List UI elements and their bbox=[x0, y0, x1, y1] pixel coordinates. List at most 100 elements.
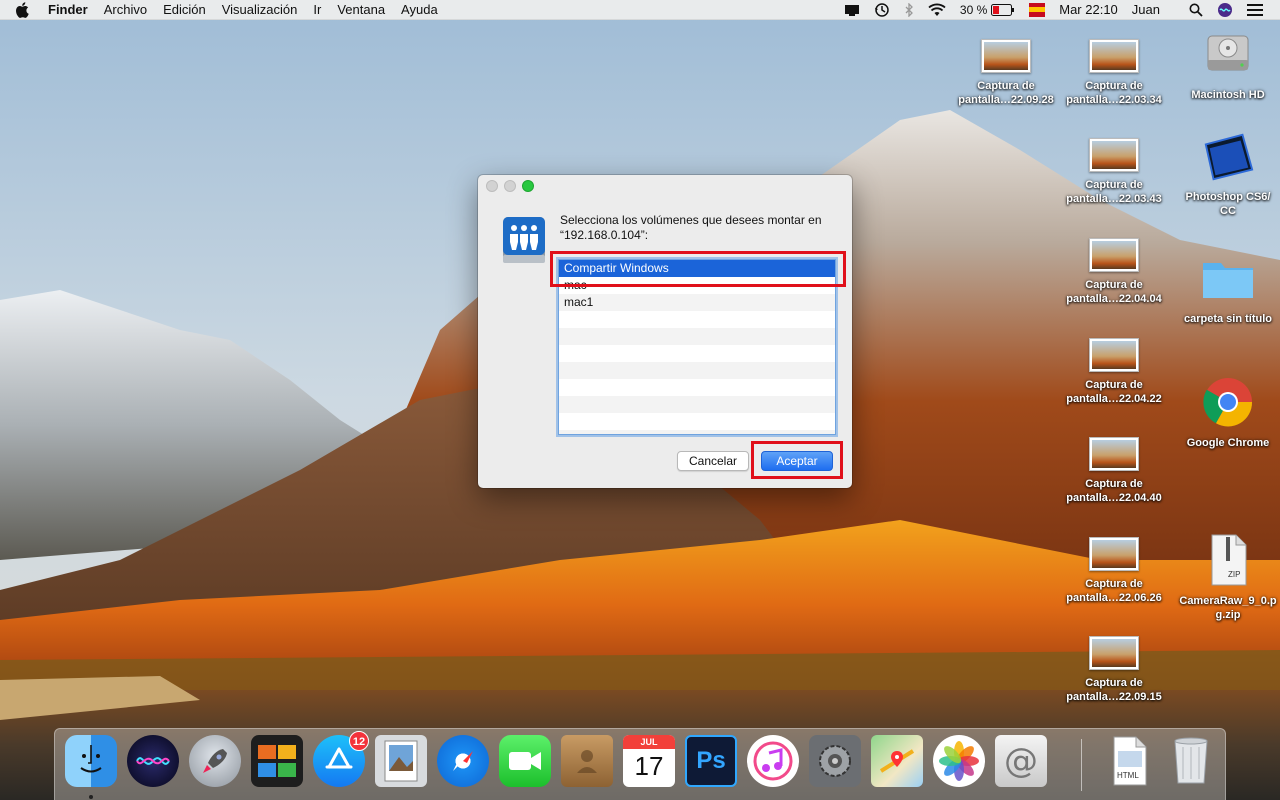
screenshot-thumbnail-icon bbox=[1089, 537, 1139, 571]
app-store-badge: 12 bbox=[349, 731, 369, 751]
desktop-icon-screenshot[interactable]: Captura de pantalla…22.04.04 bbox=[1064, 238, 1164, 306]
mission-control-icon[interactable] bbox=[251, 735, 303, 787]
close-button bbox=[486, 180, 498, 192]
accept-button[interactable]: Aceptar bbox=[761, 451, 833, 471]
hard-drive-icon bbox=[1200, 26, 1256, 82]
itunes-icon[interactable] bbox=[747, 735, 799, 787]
notification-center-icon[interactable] bbox=[1247, 3, 1263, 16]
trash-icon[interactable] bbox=[1165, 735, 1217, 787]
apple-menu-icon[interactable] bbox=[0, 1, 44, 18]
desktop-icon-label: CameraRaw_9_0.p g.zip bbox=[1179, 595, 1277, 621]
desktop-icon-screenshot[interactable]: Captura de pantalla…22.04.40 bbox=[1064, 437, 1164, 505]
dock: 12 JUL 17 Ps @ HTML bbox=[54, 728, 1226, 800]
photoshop-label: Ps bbox=[696, 747, 726, 774]
desktop-icon-label: Captura de pantalla…22.06.26 bbox=[1066, 578, 1162, 604]
spotlight-search-icon[interactable] bbox=[1189, 3, 1203, 17]
desktop-icon-label: Captura de pantalla…22.09.15 bbox=[1066, 677, 1162, 703]
chrome-icon bbox=[1200, 374, 1256, 430]
photoshop-icon[interactable]: Ps bbox=[685, 735, 737, 787]
list-empty-row bbox=[559, 430, 835, 434]
desktop-icon-folder[interactable]: carpeta sin título bbox=[1178, 250, 1278, 326]
list-empty-row bbox=[559, 413, 835, 430]
menu-finder[interactable]: Finder bbox=[44, 0, 96, 20]
html-doc-label: HTML bbox=[1117, 771, 1139, 780]
desktop-icon-screenshot[interactable]: Captura de pantalla…22.04.22 bbox=[1064, 338, 1164, 406]
safari-icon[interactable] bbox=[437, 735, 489, 787]
desktop-icon-label: carpeta sin título bbox=[1183, 313, 1273, 325]
screenshot-thumbnail-icon bbox=[1089, 338, 1139, 372]
shared-server-icon bbox=[500, 215, 548, 267]
desktop-icon-label: Captura de pantalla…22.04.22 bbox=[1066, 379, 1162, 405]
desktop-icon-macintosh-hd[interactable]: Macintosh HD bbox=[1178, 26, 1278, 102]
desktop-icon-screenshot[interactable]: Captura de pantalla…22.06.26 bbox=[1064, 537, 1164, 605]
menu-edicion[interactable]: Edición bbox=[155, 0, 214, 20]
prompt-line-2: “192.168.0.104”: bbox=[560, 228, 649, 242]
desktop-icon-label: Macintosh HD bbox=[1191, 89, 1265, 101]
menu-archivo[interactable]: Archivo bbox=[96, 0, 155, 20]
status-area: 30 % Mar 22:10 Juan bbox=[837, 0, 1280, 20]
desktop-icon-label: Captura de pantalla…22.03.43 bbox=[1066, 179, 1162, 205]
photoshop-folder-icon bbox=[1200, 128, 1256, 184]
clock[interactable]: Mar 22:10 bbox=[1059, 2, 1118, 17]
wifi-icon[interactable] bbox=[928, 3, 946, 17]
cancel-button[interactable]: Cancelar bbox=[677, 451, 749, 471]
desktop-icon-google-chrome[interactable]: Google Chrome bbox=[1178, 374, 1278, 450]
finder-icon[interactable] bbox=[65, 735, 117, 787]
bluetooth-icon[interactable] bbox=[904, 2, 914, 17]
dialog-titlebar[interactable] bbox=[478, 175, 852, 195]
menu-visualizacion[interactable]: Visualización bbox=[214, 0, 306, 20]
folder-icon bbox=[1200, 250, 1256, 306]
desktop-icon-zip[interactable]: ZIP CameraRaw_9_0.p g.zip bbox=[1178, 532, 1278, 622]
launchpad-icon[interactable] bbox=[189, 735, 241, 787]
html-document-icon[interactable]: HTML bbox=[1103, 735, 1155, 787]
desktop-icon-photoshop[interactable]: Photoshop CS6/CC bbox=[1178, 128, 1278, 218]
facetime-icon[interactable] bbox=[499, 735, 551, 787]
screenshot-thumbnail-icon bbox=[1089, 437, 1139, 471]
mount-volumes-dialog: Selecciona los volúmenes que desees mont… bbox=[478, 175, 852, 488]
volume-list[interactable]: Compartir Windows mac mac1 bbox=[558, 259, 836, 435]
contacts-icon[interactable] bbox=[561, 735, 613, 787]
desktop: Finder Archivo Edición Visualización Ir … bbox=[0, 0, 1280, 800]
battery-percent: 30 % bbox=[959, 2, 988, 17]
list-empty-row bbox=[559, 396, 835, 413]
menu-ir[interactable]: Ir bbox=[305, 0, 329, 20]
battery-icon bbox=[991, 3, 1015, 16]
flag-icon[interactable] bbox=[1029, 2, 1046, 17]
dialog-prompt: Selecciona los volúmenes que desees mont… bbox=[560, 213, 840, 243]
zip-file-icon: ZIP bbox=[1200, 532, 1256, 588]
running-indicator bbox=[89, 795, 93, 799]
screenshot-thumbnail-icon bbox=[981, 39, 1031, 73]
preview-icon[interactable] bbox=[375, 735, 427, 787]
dock-separator bbox=[1081, 739, 1082, 791]
time-machine-icon[interactable] bbox=[874, 2, 890, 18]
menu-ayuda[interactable]: Ayuda bbox=[393, 0, 446, 20]
calendar-day: 17 bbox=[634, 751, 664, 781]
battery-status[interactable]: 30 % bbox=[960, 3, 1015, 17]
desktop-icon-screenshot[interactable]: Captura de pantalla…22.09.28 bbox=[956, 39, 1056, 107]
photos-icon[interactable] bbox=[933, 735, 985, 787]
siri-icon[interactable] bbox=[127, 735, 179, 787]
minimize-button bbox=[504, 180, 516, 192]
prompt-line-1: Selecciona los volúmenes que desees mont… bbox=[560, 213, 822, 227]
screenshot-thumbnail-icon bbox=[1089, 636, 1139, 670]
mail-icon[interactable]: @ bbox=[995, 735, 1047, 787]
menu-ventana[interactable]: Ventana bbox=[329, 0, 393, 20]
system-preferences-icon[interactable] bbox=[809, 735, 861, 787]
desktop-icon-screenshot[interactable]: Captura de pantalla…22.03.34 bbox=[1064, 39, 1164, 107]
user-name[interactable]: Juan bbox=[1132, 2, 1160, 17]
list-empty-row bbox=[559, 362, 835, 379]
volume-row-mac[interactable]: mac bbox=[559, 277, 835, 294]
screenshot-thumbnail-icon bbox=[1089, 238, 1139, 272]
volume-row-compartir-windows[interactable]: Compartir Windows bbox=[559, 260, 835, 277]
calendar-month: JUL bbox=[623, 735, 675, 749]
display-icon[interactable] bbox=[844, 4, 860, 16]
desktop-icon-screenshot[interactable]: Captura de pantalla…22.03.43 bbox=[1064, 138, 1164, 206]
desktop-icon-label: Google Chrome bbox=[1186, 437, 1270, 449]
desktop-icon-screenshot[interactable]: Captura de pantalla…22.09.15 bbox=[1064, 636, 1164, 704]
app-store-icon[interactable]: 12 bbox=[313, 731, 369, 787]
maps-icon[interactable] bbox=[871, 735, 923, 787]
siri-icon[interactable] bbox=[1217, 2, 1233, 18]
calendar-icon[interactable]: JUL 17 bbox=[623, 735, 675, 787]
zoom-button[interactable] bbox=[522, 180, 534, 192]
volume-row-mac1[interactable]: mac1 bbox=[559, 294, 835, 311]
